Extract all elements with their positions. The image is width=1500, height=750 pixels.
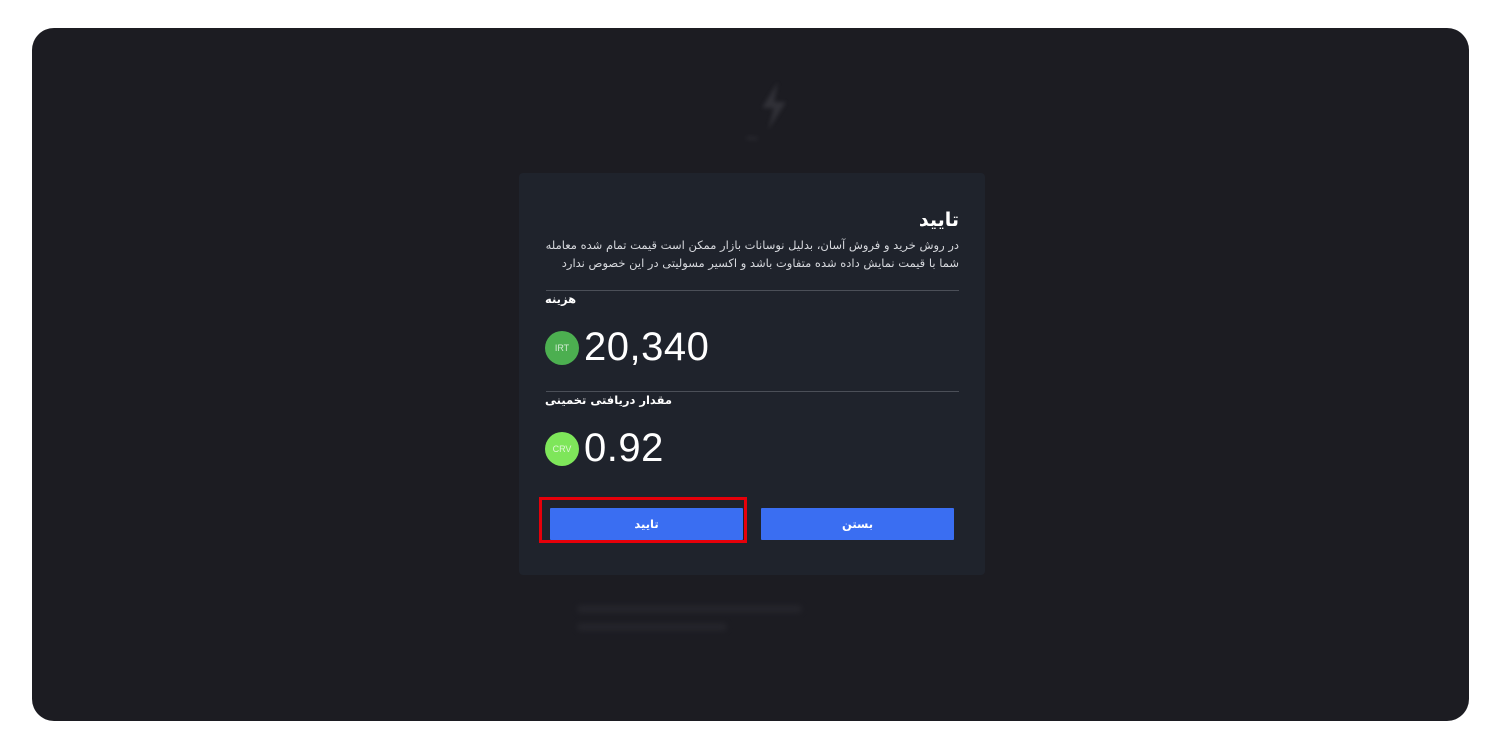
- background-faint-text: [577, 605, 802, 613]
- cost-amount: 20,340: [584, 325, 710, 369]
- coin-code: IRT: [554, 342, 570, 353]
- cost-amount-row: IRT 20,340: [545, 325, 709, 370]
- dialog-description: در روش خرید و فروش آسان، بدلیل نوسانات ب…: [545, 238, 959, 270]
- divider: [546, 290, 959, 291]
- close-button[interactable]: بستن: [761, 508, 954, 540]
- app-frame: ~ تایید در روش خرید و فروش آسان، بدلیل ن…: [32, 28, 1469, 721]
- coin-code: CRV: [552, 443, 572, 454]
- background-brand-mark: ~: [744, 128, 760, 149]
- cost-label: هزینه: [545, 292, 577, 306]
- dialog-title: تایید: [918, 209, 959, 231]
- crv-coin-icon: CRV: [545, 431, 579, 466]
- estimated-amount-row: CRV 0.92: [545, 426, 664, 471]
- divider: [546, 391, 959, 392]
- confirm-dialog: تایید در روش خرید و فروش آسان، بدلیل نوس…: [519, 173, 985, 575]
- brand-logo-icon: [762, 82, 786, 130]
- background-faint-text: [577, 623, 727, 631]
- estimated-label: مقدار دریافتی تخمینی: [545, 393, 672, 407]
- estimated-amount: 0.92: [584, 426, 664, 470]
- confirm-button[interactable]: تایید: [550, 508, 743, 540]
- irt-coin-icon: IRT: [545, 330, 579, 365]
